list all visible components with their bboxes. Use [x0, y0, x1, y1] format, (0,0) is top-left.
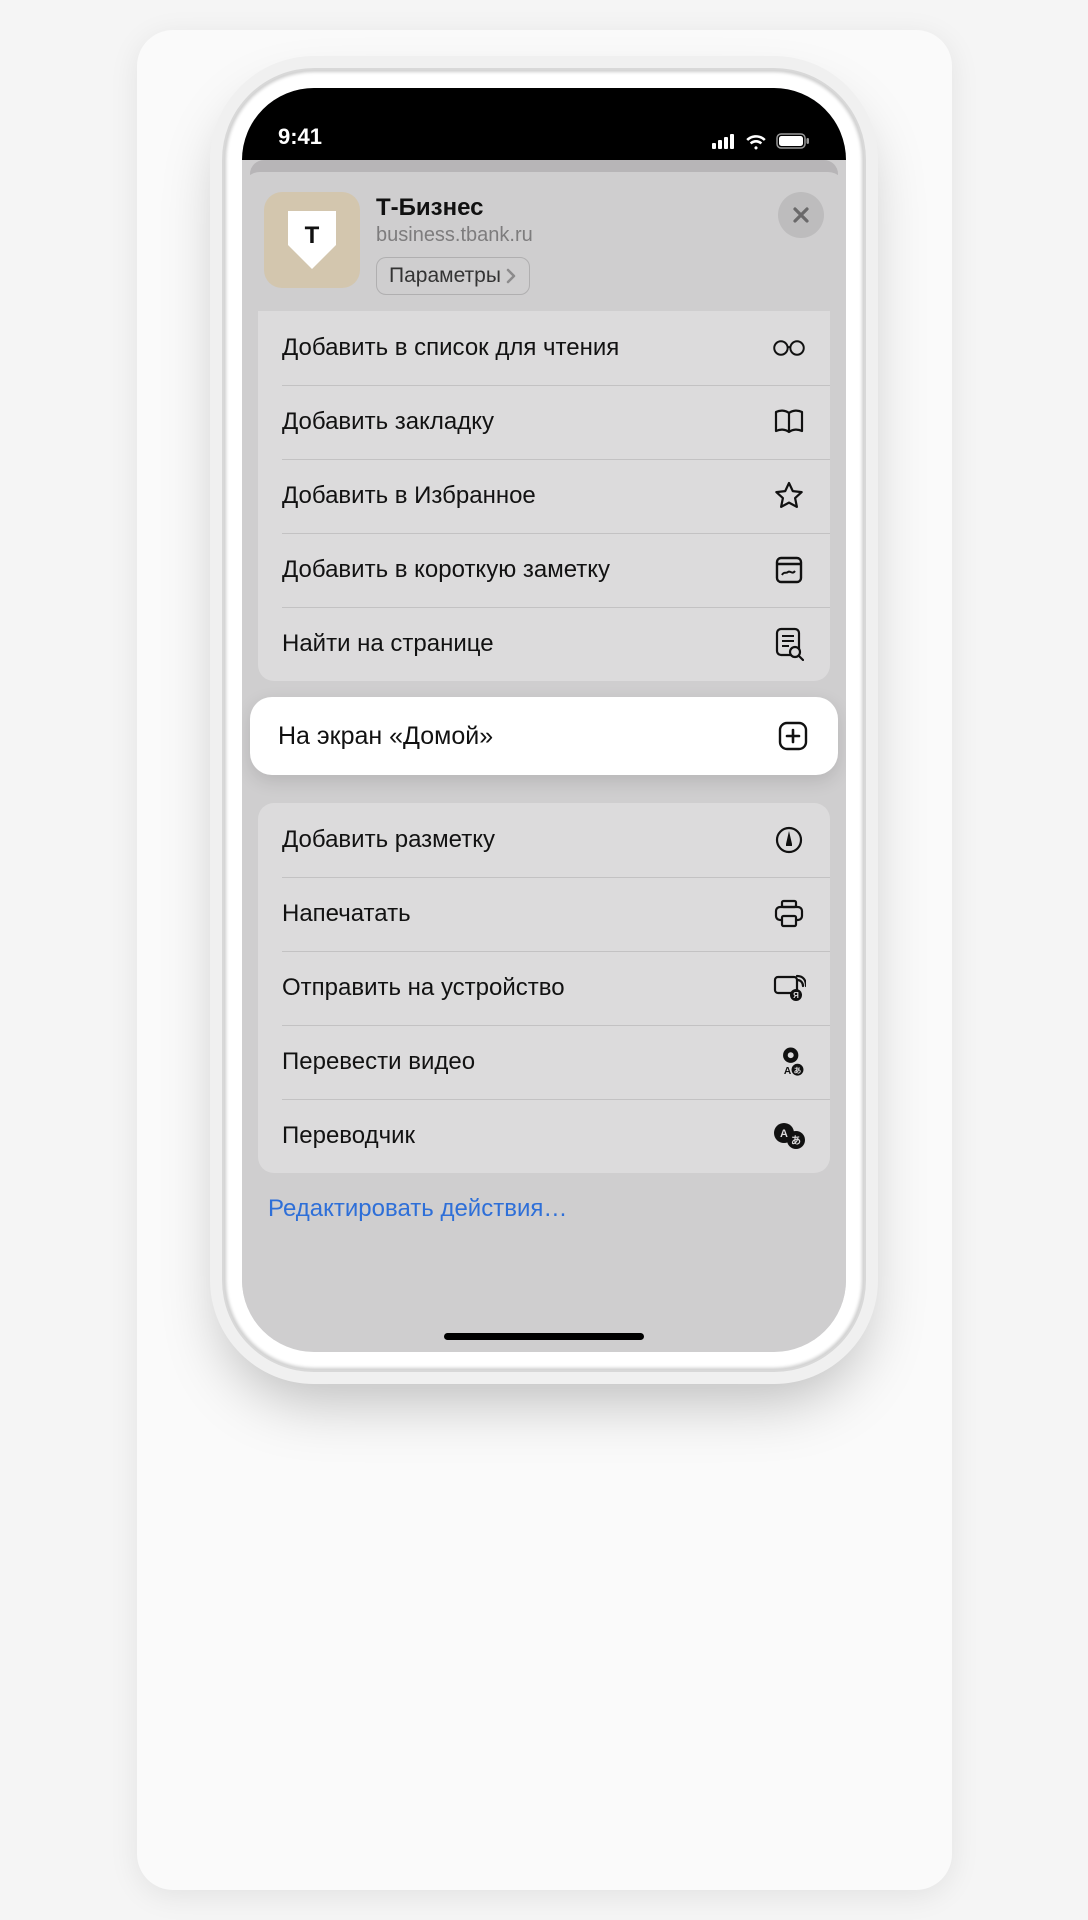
phone-frame: 9:41 T — [224, 70, 864, 1370]
svg-text:あ: あ — [791, 1134, 801, 1147]
action-markup[interactable]: Добавить разметку — [258, 803, 830, 877]
share-sheet: T Т-Бизнес business.tbank.ru Параметры — [242, 172, 846, 1340]
star-icon — [772, 479, 806, 513]
parameters-label: Параметры — [389, 264, 501, 288]
action-send-to-device[interactable]: Отправить на устройство Я — [258, 951, 830, 1025]
action-add-favorite[interactable]: Добавить в Избранное — [258, 459, 830, 533]
translate-icon: Aあ — [772, 1119, 806, 1153]
printer-icon — [772, 897, 806, 931]
action-label: На экран «Домой» — [278, 722, 493, 751]
action-group-1: Добавить в список для чтения Добавить за… — [258, 311, 830, 681]
action-label: Добавить в список для чтения — [282, 334, 772, 362]
action-label: Добавить разметку — [282, 826, 772, 854]
svg-text:A: A — [780, 1128, 788, 1140]
action-translate-video[interactable]: Перевести видео Aあ — [258, 1025, 830, 1099]
wifi-icon — [744, 132, 768, 150]
action-label: Отправить на устройство — [282, 974, 772, 1002]
notch — [375, 88, 713, 136]
sheet-header: T Т-Бизнес business.tbank.ru Параметры — [242, 172, 846, 311]
action-quick-note[interactable]: Добавить в короткую заметку — [258, 533, 830, 607]
screen: 9:41 T — [242, 88, 846, 1352]
action-label: Добавить закладку — [282, 408, 772, 436]
svg-text:Я: Я — [793, 991, 799, 1000]
add-home-icon — [776, 719, 810, 753]
action-add-bookmark[interactable]: Добавить закладку — [258, 385, 830, 459]
action-find-on-page[interactable]: Найти на странице — [258, 607, 830, 681]
svg-text:あ: あ — [794, 1066, 802, 1075]
status-time: 9:41 — [278, 124, 322, 150]
svg-text:T: T — [305, 222, 320, 249]
action-label: Добавить в короткую заметку — [282, 556, 772, 584]
device-mock-card: 9:41 T — [137, 30, 952, 1890]
close-icon — [791, 205, 811, 225]
action-translator[interactable]: Переводчик Aあ — [258, 1099, 830, 1173]
action-label: Переводчик — [282, 1122, 772, 1150]
translate-video-icon: Aあ — [772, 1045, 806, 1079]
action-print[interactable]: Напечатать — [258, 877, 830, 951]
site-icon: T — [264, 192, 360, 288]
cellular-icon — [712, 133, 736, 149]
svg-text:A: A — [784, 1066, 792, 1077]
site-url: business.tbank.ru — [376, 224, 762, 247]
action-add-to-home[interactable]: На экран «Домой» — [250, 697, 838, 775]
close-button[interactable] — [778, 192, 824, 238]
site-title: Т-Бизнес — [376, 194, 762, 222]
find-icon — [772, 627, 806, 661]
action-label: Найти на странице — [282, 630, 772, 658]
home-indicator[interactable] — [444, 1333, 644, 1340]
cast-icon: Я — [772, 971, 806, 1005]
action-label: Перевести видео — [282, 1048, 772, 1076]
glasses-icon — [772, 331, 806, 365]
quicknote-icon — [772, 553, 806, 587]
book-icon — [772, 405, 806, 439]
edit-actions-link[interactable]: Редактировать действия… — [242, 1173, 846, 1245]
parameters-button[interactable]: Параметры — [376, 257, 530, 295]
action-group-2: Добавить разметку Напечатать Отправить н… — [258, 803, 830, 1173]
markup-icon — [772, 823, 806, 857]
action-label: Напечатать — [282, 900, 772, 928]
battery-icon — [776, 133, 810, 149]
chevron-right-icon — [505, 267, 517, 285]
action-reading-list[interactable]: Добавить в список для чтения — [258, 311, 830, 385]
action-label: Добавить в Избранное — [282, 482, 772, 510]
